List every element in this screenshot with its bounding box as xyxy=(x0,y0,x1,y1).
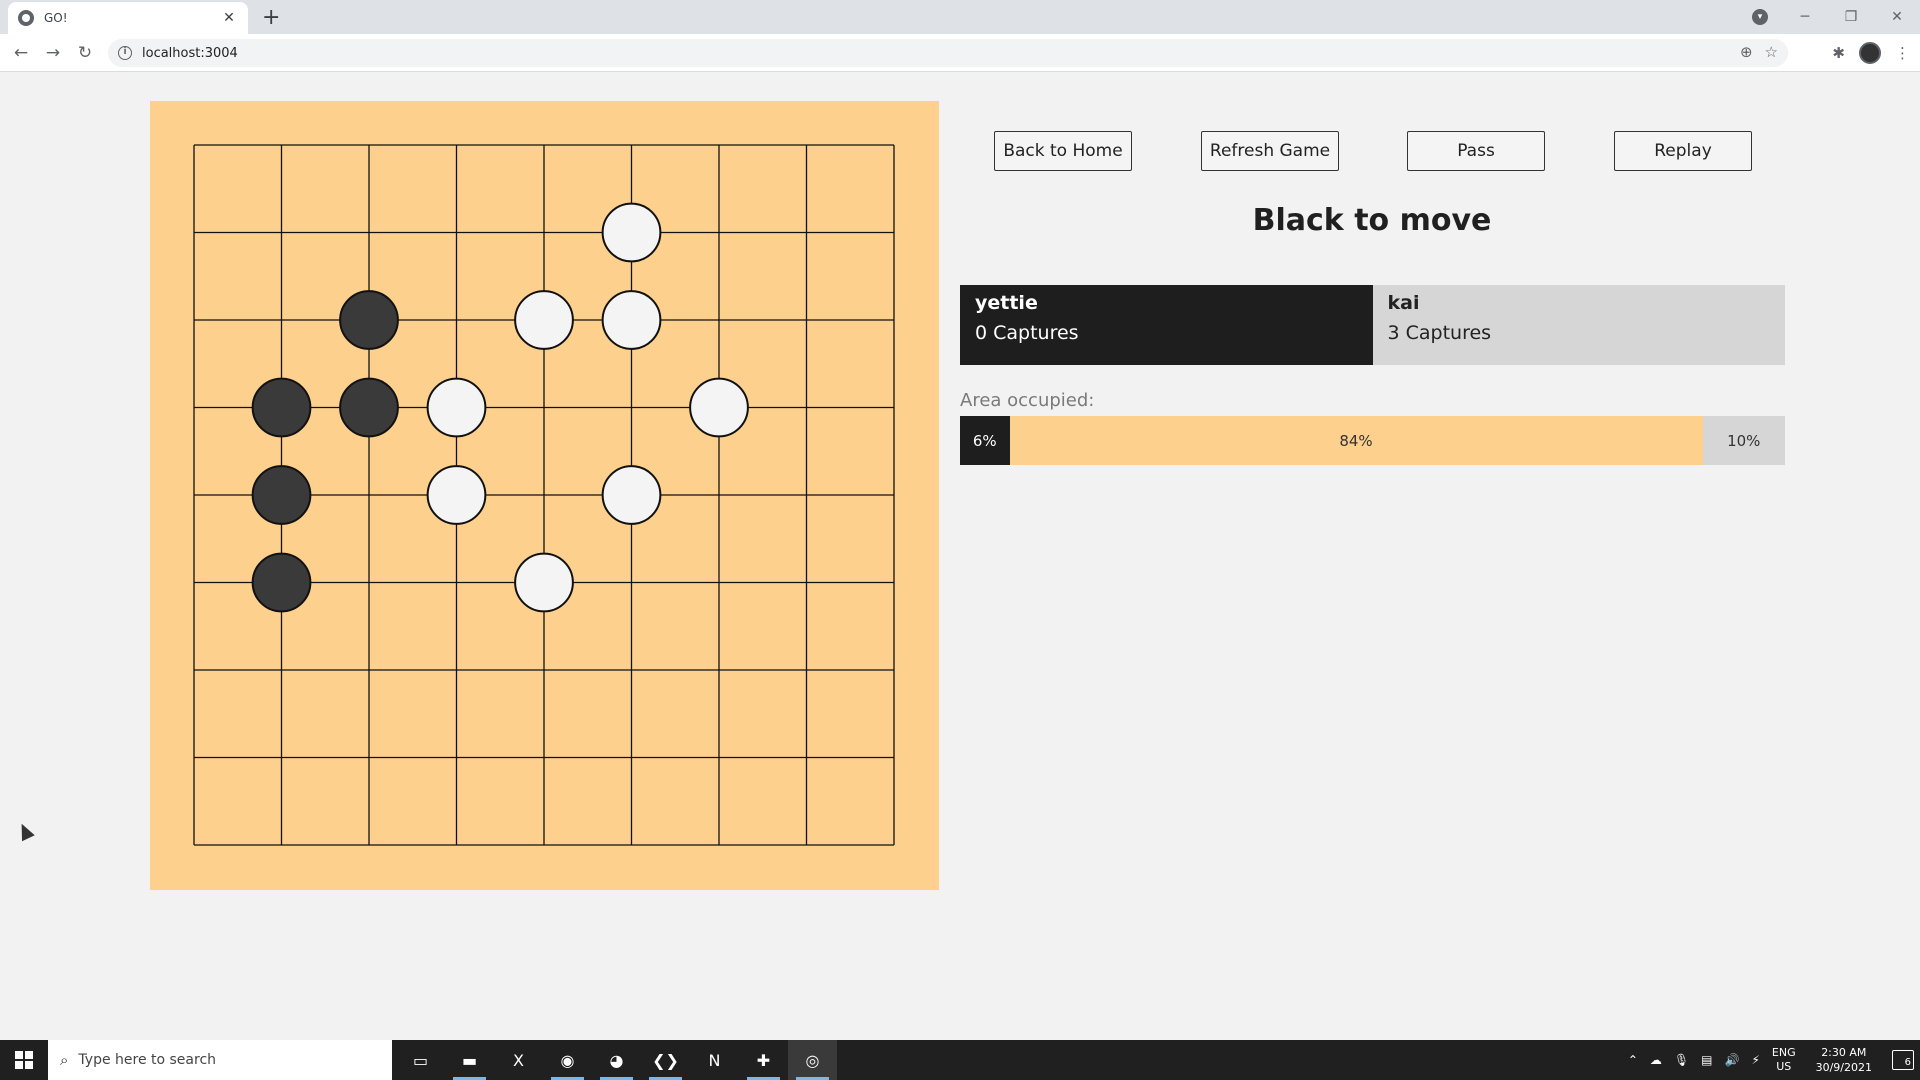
taskbar-search[interactable]: ⌕ Type here to search xyxy=(48,1040,392,1080)
site-info-icon[interactable]: i xyxy=(118,46,132,60)
white-player-captures: 3 Captures xyxy=(1387,322,1492,344)
restore-button[interactable]: ❐ xyxy=(1828,9,1874,25)
taskbar-clock[interactable]: 2:30 AM 30/9/2021 xyxy=(1816,1045,1872,1075)
taskbar-apps: ▭ ▬ X ◉ ◕ ❮❯ N ✚ ◎ xyxy=(396,1040,837,1080)
profile-menu-icon[interactable]: ▾ xyxy=(1752,9,1768,25)
system-tray: ⌃ ☁ 🎙 ▤ 🔊 ⚡ ENG US 2:30 AM 30/9/2021 6 xyxy=(1622,1040,1920,1080)
forward-arrow-icon[interactable]: → xyxy=(42,42,64,64)
lang-top: ENG xyxy=(1771,1046,1796,1059)
board-grid[interactable] xyxy=(150,101,939,890)
white-player-name: kai xyxy=(1387,292,1420,314)
extensions-icon[interactable]: ✱ xyxy=(1832,44,1845,62)
area-occupied-bar: 6% 84% 10% xyxy=(960,416,1785,465)
notion-icon[interactable]: N xyxy=(690,1040,739,1080)
discord-icon[interactable]: ◕ xyxy=(592,1040,641,1080)
black-player-panel: yettie 0 Captures xyxy=(960,285,1373,365)
url-text[interactable]: localhost:3004 xyxy=(142,46,238,61)
vscode-icon[interactable]: ❮❯ xyxy=(641,1040,690,1080)
white-stone[interactable] xyxy=(601,202,662,263)
black-stone[interactable] xyxy=(339,290,399,350)
browser-toolbar: ← → ↻ i localhost:3004 ⊕ ☆ ✱ ⋮ xyxy=(0,34,1920,72)
back-to-home-button[interactable]: Back to Home xyxy=(994,131,1132,171)
battery-icon[interactable]: ⚡ xyxy=(1751,1053,1759,1067)
globe-icon xyxy=(18,10,34,26)
address-bar[interactable]: i localhost:3004 ⊕ ☆ xyxy=(108,39,1788,67)
area-occupied-label: Area occupied: xyxy=(960,390,1095,411)
black-area-segment: 6% xyxy=(960,416,1010,465)
bookmark-star-icon[interactable]: ☆ xyxy=(1765,43,1778,61)
refresh-game-button[interactable]: Refresh Game xyxy=(1201,131,1339,171)
windows-logo-icon xyxy=(15,1051,33,1069)
close-tab-icon[interactable]: ✕ xyxy=(220,10,238,26)
black-stone[interactable] xyxy=(251,377,312,438)
language-indicator[interactable]: ENG US xyxy=(1772,1046,1796,1074)
clock-date: 30/9/2021 xyxy=(1815,1061,1872,1074)
black-stone[interactable] xyxy=(251,465,312,525)
lang-bottom: US xyxy=(1776,1060,1792,1073)
white-stone[interactable] xyxy=(601,290,662,350)
white-stone[interactable] xyxy=(426,465,487,525)
black-stone[interactable] xyxy=(339,377,399,438)
search-icon: ⌕ xyxy=(60,1051,69,1069)
minimize-button[interactable]: ─ xyxy=(1782,9,1828,25)
turn-status: Black to move xyxy=(1252,203,1492,238)
white-player-panel: kai 3 Captures xyxy=(1372,285,1785,365)
reload-icon[interactable]: ↻ xyxy=(74,42,96,64)
pass-button[interactable]: Pass xyxy=(1407,131,1545,171)
black-player-captures: 0 Captures xyxy=(975,322,1079,344)
windows-taskbar: ⌕ Type here to search ▭ ▬ X ◉ ◕ ❮❯ N ✚ ◎ ⌃ ☁ 🎙 ▤… xyxy=(0,1040,1920,1080)
go-board[interactable] xyxy=(150,101,939,890)
white-stone[interactable] xyxy=(426,377,487,438)
back-arrow-icon[interactable]: ← xyxy=(10,42,32,64)
onedrive-icon[interactable]: ☁ xyxy=(1650,1053,1662,1067)
replay-button[interactable]: Replay xyxy=(1614,131,1752,171)
obs-icon[interactable]: ◎ xyxy=(788,1040,837,1080)
avatar[interactable] xyxy=(1859,42,1881,64)
search-placeholder: Type here to search xyxy=(78,1052,217,1068)
player-panels: yettie 0 Captures kai 3 Captures xyxy=(960,285,1785,365)
browser-tab-strip: GO! ✕ + ▾ ─ ❐ ✕ xyxy=(0,0,1920,34)
browser-menu-icon[interactable]: ⋮ xyxy=(1895,44,1910,62)
tray-chevron-icon[interactable]: ⌃ xyxy=(1628,1053,1638,1067)
notification-center-icon[interactable]: 6 xyxy=(1892,1050,1914,1070)
excel-icon[interactable]: X xyxy=(494,1040,543,1080)
white-area-segment: 10% xyxy=(1702,416,1785,465)
slack-icon[interactable]: ✚ xyxy=(739,1040,788,1080)
empty-area-segment: 84% xyxy=(1009,416,1703,465)
microphone-icon[interactable]: 🎙 xyxy=(1674,1053,1689,1067)
task-view-icon[interactable]: ▭ xyxy=(396,1040,445,1080)
close-window-button[interactable]: ✕ xyxy=(1874,9,1920,25)
white-stone[interactable] xyxy=(689,377,749,438)
black-stone[interactable] xyxy=(251,552,312,613)
white-stone[interactable] xyxy=(514,552,574,613)
game-controls: Back to Home Refresh Game Pass Replay xyxy=(994,131,1752,171)
mouse-cursor-icon xyxy=(15,820,35,842)
white-stone[interactable] xyxy=(601,465,662,525)
clock-time: 2:30 AM xyxy=(1821,1046,1867,1059)
network-icon[interactable]: ▤ xyxy=(1701,1053,1712,1067)
file-explorer-icon[interactable]: ▬ xyxy=(445,1040,494,1080)
tab-title: GO! xyxy=(44,11,68,25)
chrome-icon[interactable]: ◉ xyxy=(543,1040,592,1080)
new-tab-button[interactable]: + xyxy=(262,5,280,30)
volume-icon[interactable]: 🔊 xyxy=(1725,1053,1740,1067)
zoom-icon[interactable]: ⊕ xyxy=(1740,43,1753,61)
black-player-name: yettie xyxy=(975,292,1038,314)
white-stone[interactable] xyxy=(514,290,574,350)
start-button[interactable] xyxy=(0,1040,48,1080)
browser-tab[interactable]: GO! ✕ xyxy=(8,2,248,34)
window-controls: ─ ❐ ✕ xyxy=(1782,0,1920,34)
